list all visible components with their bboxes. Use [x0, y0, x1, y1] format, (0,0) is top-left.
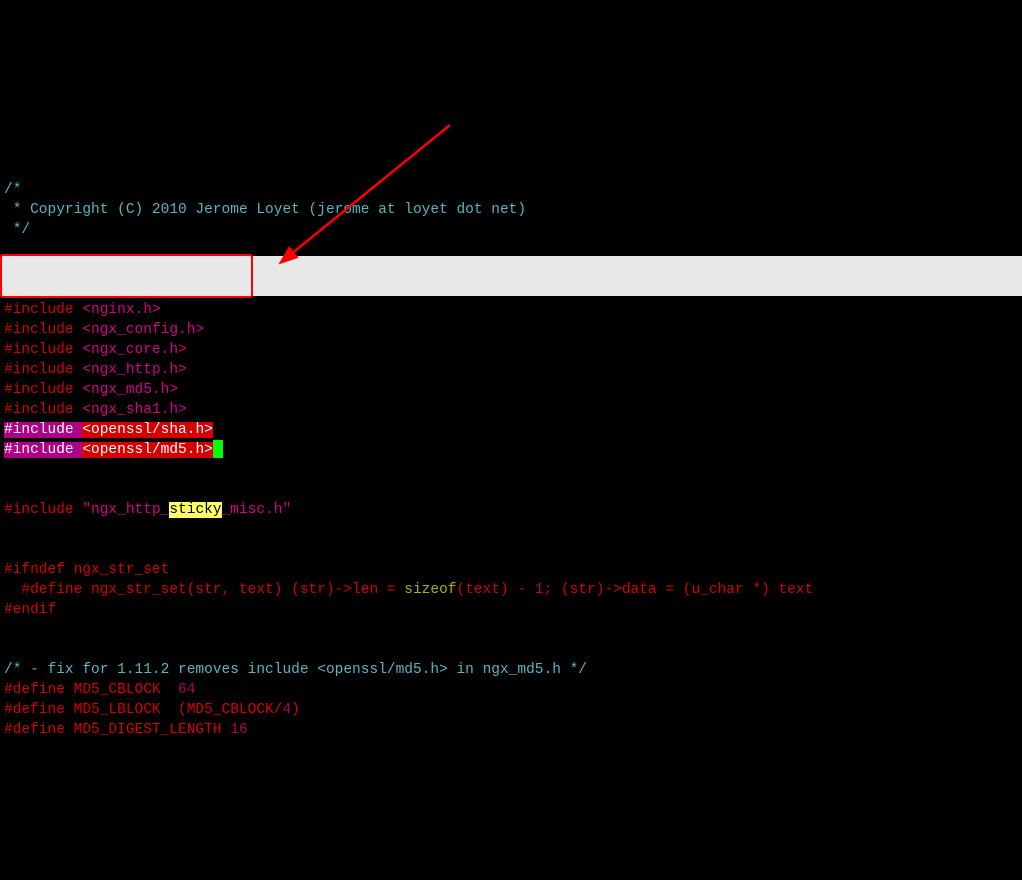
- include-header: <ngx_sha1.h>: [82, 402, 186, 418]
- preproc-directive: #endif: [4, 602, 56, 618]
- include-header: <ngx_core.h>: [82, 342, 186, 358]
- preproc-directive: #include: [4, 342, 82, 358]
- preproc-directive: #include: [4, 422, 82, 438]
- number-literal: 64: [178, 682, 195, 698]
- preproc-directive: #define MD5_CBLOCK: [4, 682, 178, 698]
- comment-line: * Copyright (C) 2010 Jerome Loyet (jerom…: [4, 202, 526, 218]
- keyword: sizeof: [404, 582, 456, 598]
- comment-line: */: [4, 222, 30, 238]
- number-literal: 4: [282, 702, 291, 718]
- code-editor-view[interactable]: /* * Copyright (C) 2010 Jerome Loyet (je…: [4, 160, 1022, 740]
- comment-line: /*: [4, 182, 21, 198]
- number-literal: 16: [230, 722, 247, 738]
- include-header: <openssl/md5.h>: [82, 442, 213, 458]
- include-header: <openssl/sha.h>: [82, 422, 213, 438]
- preproc-directive: #define MD5_DIGEST_LENGTH: [4, 722, 230, 738]
- preproc-directive: ; (str)->data = (u_char *) text: [544, 582, 814, 598]
- highlighted-include-line: #include <openssl/sha.h>: [4, 422, 213, 438]
- number-literal: 1: [535, 582, 544, 598]
- preproc-directive: #include: [4, 302, 82, 318]
- include-header: <ngx_http.h>: [82, 362, 186, 378]
- blank-line: [4, 240, 1022, 280]
- preproc-directive: ): [291, 702, 300, 718]
- comment-line: /* - fix for 1.11.2 removes include <ope…: [4, 662, 587, 678]
- cursor: [213, 440, 223, 458]
- preproc-directive: #include: [4, 402, 82, 418]
- indent: [4, 582, 21, 598]
- include-header: <ngx_config.h>: [82, 322, 204, 338]
- string-literal: _misc.h": [222, 502, 292, 518]
- preproc-directive: #include: [4, 322, 82, 338]
- blank-line: [4, 460, 1022, 480]
- string-literal: "ngx_http_: [82, 502, 169, 518]
- preproc-directive: (text) -: [457, 582, 535, 598]
- blank-line: [4, 520, 1022, 540]
- preproc-directive: #include: [4, 362, 82, 378]
- preproc-directive: #ifndef ngx_str_set: [4, 562, 169, 578]
- include-header: <ngx_md5.h>: [82, 382, 178, 398]
- blank-line: [4, 620, 1022, 640]
- include-header: <nginx.h>: [82, 302, 160, 318]
- preproc-directive: #define ngx_str_set(str, text) (str)->le…: [21, 582, 404, 598]
- highlighted-include-line: #include <openssl/md5.h>: [4, 442, 223, 458]
- preproc-directive: #define MD5_LBLOCK (MD5_CBLOCK/: [4, 702, 282, 718]
- preproc-directive: #include: [4, 502, 82, 518]
- preproc-directive: #include: [4, 382, 82, 398]
- preproc-directive: #include: [4, 442, 82, 458]
- search-match-highlight: sticky: [169, 502, 221, 518]
